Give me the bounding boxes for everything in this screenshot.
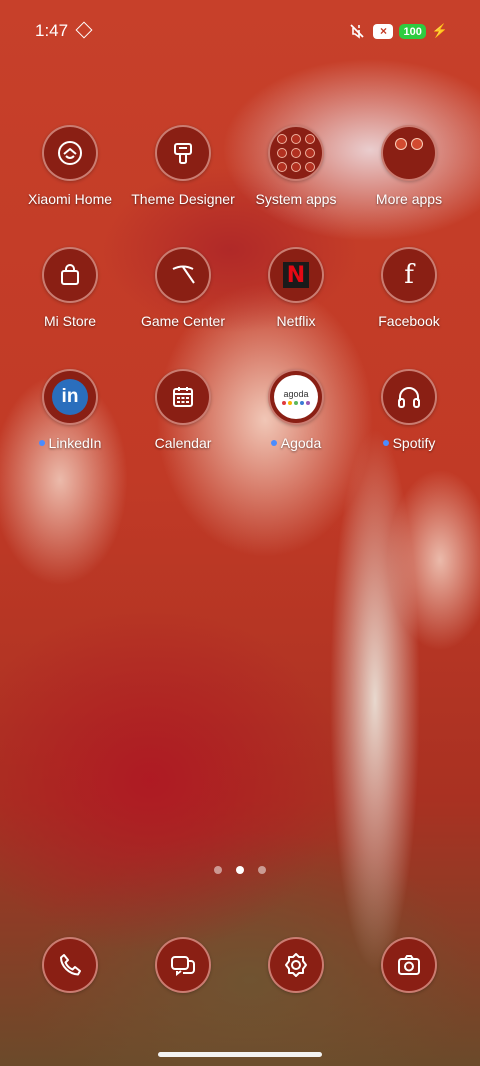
- charging-icon: ⚡: [431, 23, 448, 38]
- new-install-dot: [382, 440, 389, 446]
- dock-camera[interactable]: [381, 937, 437, 993]
- home-indicator[interactable]: [158, 1052, 322, 1057]
- app-label: Spotify: [349, 435, 469, 451]
- app-calendar[interactable]: Calendar: [123, 369, 243, 451]
- agoda-logo: agoda: [274, 375, 318, 419]
- phone-icon[interactable]: [42, 937, 98, 993]
- app-label: Mi Store: [43, 313, 97, 329]
- app-label: System apps: [255, 191, 337, 207]
- app-label: Agoda: [236, 435, 356, 451]
- settings-gear-icon[interactable]: [268, 937, 324, 993]
- folder-more-apps[interactable]: More apps: [349, 125, 469, 207]
- app-label: Netflix: [276, 313, 316, 329]
- app-label: Theme Designer: [131, 191, 235, 207]
- clock: 1:47: [35, 21, 69, 40]
- folder-preview: [395, 138, 423, 150]
- linkedin-icon[interactable]: in: [42, 369, 98, 425]
- app-label: Xiaomi Home: [27, 191, 113, 207]
- app-linkedin[interactable]: in LinkedIn: [10, 369, 130, 451]
- calendar-icon[interactable]: [155, 369, 211, 425]
- folder-preview: [277, 134, 315, 172]
- folder-system-apps[interactable]: System apps: [236, 125, 356, 207]
- app-theme-designer[interactable]: Theme Designer: [123, 125, 243, 207]
- status-bar: 1:47 × 100 ⚡: [0, 0, 480, 62]
- app-label: More apps: [375, 191, 443, 207]
- app-facebook[interactable]: f Facebook: [349, 247, 469, 329]
- new-install-dot: [270, 440, 277, 446]
- game-center-icon[interactable]: [155, 247, 211, 303]
- linkedin-logo: in: [52, 379, 88, 415]
- facebook-icon[interactable]: f: [381, 247, 437, 303]
- page-indicator[interactable]: [0, 866, 480, 874]
- netflix-logo: N: [283, 262, 309, 288]
- folder-icon[interactable]: [268, 125, 324, 181]
- app-label: LinkedIn: [10, 435, 130, 451]
- page-dot[interactable]: [258, 866, 266, 874]
- messages-icon[interactable]: [155, 937, 211, 993]
- netflix-icon[interactable]: N: [268, 247, 324, 303]
- status-icons: × 100 ⚡: [347, 22, 448, 40]
- app-label: Calendar: [154, 435, 212, 451]
- page-dot-active[interactable]: [236, 866, 244, 874]
- shopping-bag-icon[interactable]: [42, 247, 98, 303]
- app-agoda[interactable]: agoda Agoda: [236, 369, 356, 451]
- vibrate-off-icon: [350, 24, 365, 39]
- folder-icon[interactable]: [381, 125, 437, 181]
- app-label: Game Center: [140, 313, 226, 329]
- app-spotify[interactable]: Spotify: [349, 369, 469, 451]
- dock-settings[interactable]: [268, 937, 324, 993]
- facebook-logo: f: [404, 260, 414, 290]
- new-install-dot: [38, 440, 45, 446]
- notification-badge: ×: [373, 23, 394, 39]
- app-game-center[interactable]: Game Center: [123, 247, 243, 329]
- paint-brush-icon[interactable]: [155, 125, 211, 181]
- app-netflix[interactable]: N Netflix: [236, 247, 356, 329]
- diamond-icon: [75, 21, 93, 39]
- app-label: Facebook: [378, 313, 440, 329]
- battery-indicator: 100: [399, 23, 426, 39]
- headphones-icon[interactable]: [381, 369, 437, 425]
- xiaomi-home-icon[interactable]: [42, 125, 98, 181]
- app-xiaomi-home[interactable]: Xiaomi Home: [10, 125, 130, 207]
- dock-messages[interactable]: [155, 937, 211, 993]
- dock-phone[interactable]: [42, 937, 98, 993]
- camera-icon[interactable]: [381, 937, 437, 993]
- page-dot[interactable]: [214, 866, 222, 874]
- agoda-icon[interactable]: agoda: [268, 369, 324, 425]
- app-mi-store[interactable]: Mi Store: [10, 247, 130, 329]
